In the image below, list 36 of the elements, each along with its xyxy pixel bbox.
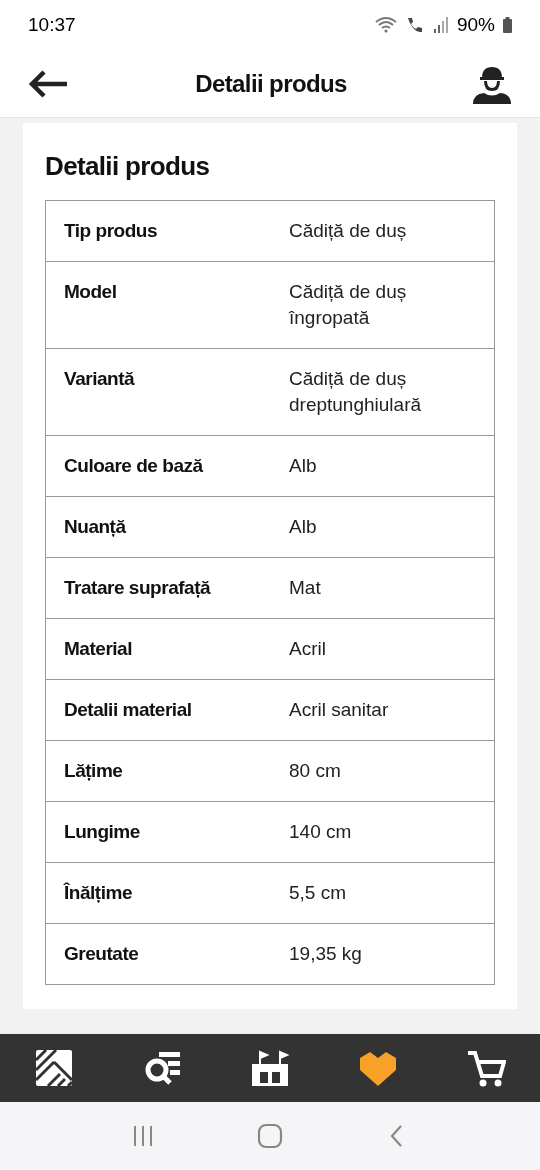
cart-icon[interactable] — [466, 1048, 506, 1088]
table-cell-text: Lungime — [64, 820, 141, 844]
striped-tile-icon[interactable] — [34, 1048, 74, 1088]
table-cell-text: Înălțime — [64, 881, 133, 905]
table-cell-text: Variantă — [64, 367, 136, 391]
table-cell-text: Tip produs — [64, 219, 159, 243]
table-cell-text: 140 cm — [289, 820, 353, 844]
home-icon[interactable] — [257, 1123, 283, 1149]
table-cell-text: 80 cm — [289, 759, 342, 783]
section-title: Detalii produs — [45, 150, 211, 183]
table-cell-text: Material — [64, 637, 133, 661]
table-cell-text: Cădiță de duș îngropată — [289, 280, 408, 330]
table-cell-text: Lățime — [64, 759, 124, 783]
recent-apps-icon[interactable] — [131, 1124, 155, 1148]
table-cell-text: Acril sanitar — [289, 698, 390, 722]
table-cell-text: Tratare suprafață — [64, 576, 212, 600]
table-cell-text: Culoare de bază — [64, 454, 204, 478]
wifi-icon — [374, 16, 397, 34]
table-cell-text: Acril — [289, 637, 327, 661]
table-cell-text: Alb — [289, 454, 318, 478]
battery-percent: 90% — [456, 12, 495, 37]
table-cell-text: Mat — [289, 576, 322, 600]
table-cell-text: Cădiță de duș — [289, 219, 408, 243]
store-building-icon[interactable] — [250, 1048, 290, 1088]
table-cell-text: 5,5 cm — [289, 881, 348, 905]
table-cell-text: Nuanță — [64, 515, 127, 539]
table-cell-text: Cădiță de duș dreptunghiulară — [289, 367, 423, 417]
table-cell-text: Model — [64, 280, 118, 304]
table-cell-text: Greutate — [64, 942, 140, 966]
page-title: Detalii produs — [195, 68, 347, 99]
table-cell-text: 19,35 kg — [289, 942, 363, 966]
signal-icon — [432, 16, 449, 34]
table-cell-text: Alb — [289, 515, 318, 539]
table-cell-text: Detalii material — [64, 698, 193, 722]
battery-icon — [503, 17, 512, 33]
status-time: 10:37 — [28, 12, 76, 37]
